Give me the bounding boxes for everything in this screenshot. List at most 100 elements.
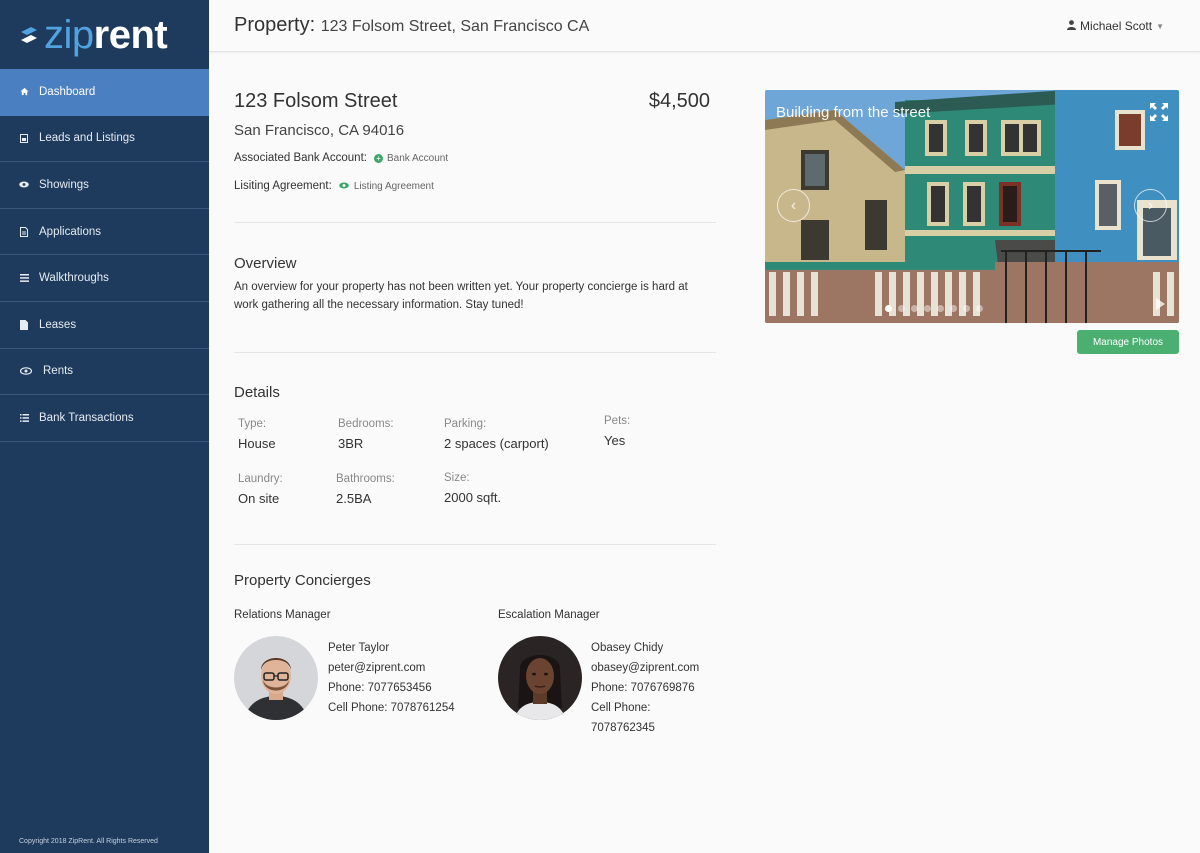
listing-agreement-value: Listing Agreement	[353, 180, 434, 192]
contact-email[interactable]: obasey@ziprent.com	[591, 658, 716, 678]
detail-label: Parking:	[444, 418, 487, 430]
copyright: Copyright 2018 ZipRent. All Rights Reser…	[19, 838, 158, 845]
escalation-manager-role: Escalation Manager	[498, 609, 600, 621]
photo-caption: Building from the street	[776, 104, 931, 121]
money-icon	[19, 366, 32, 376]
eye-icon	[19, 180, 29, 190]
sidebar-item-walkthroughs[interactable]: Walkthroughs	[0, 255, 209, 302]
sidebar-item-bank-transactions[interactable]: Bank Transactions	[0, 395, 209, 442]
detail-value: 3BR	[338, 436, 364, 451]
file-icon	[19, 319, 29, 330]
user-icon	[1067, 19, 1077, 33]
sidebar-item-label: Bank Transactions	[39, 411, 134, 424]
detail-bathrooms: Bathrooms: 2.5BA	[336, 473, 395, 506]
sidebar: ziprent Dashboard Leads and Listings Sho…	[0, 0, 209, 853]
carousel-dot[interactable]	[898, 305, 905, 312]
detail-parking: Parking: 2 spaces (carport)	[444, 418, 549, 451]
detail-laundry: Laundry: On site	[238, 473, 283, 506]
detail-label: Bathrooms:	[336, 473, 395, 485]
ziprent-logo[interactable]: ziprent	[0, 0, 209, 69]
play-icon[interactable]	[1156, 298, 1165, 310]
carousel-dot[interactable]	[911, 305, 918, 312]
contact-phone: Phone: 7077653456	[328, 682, 432, 694]
next-arrow-icon[interactable]: ›	[1134, 189, 1167, 222]
sidebar-item-showings[interactable]: Showings	[0, 162, 209, 209]
listing-agreement-link[interactable]: Listing Agreement	[339, 181, 434, 192]
logo-zip: zip	[44, 12, 94, 57]
contact-phone: Phone: 7076769876	[591, 682, 695, 694]
carousel-dot[interactable]	[937, 305, 944, 312]
detail-label: Laundry:	[238, 473, 283, 485]
detail-value: 2 spaces (carport)	[444, 436, 549, 451]
sidebar-item-label: Applications	[39, 225, 102, 238]
detail-value: On site	[238, 491, 280, 506]
detail-type: Type: House	[238, 418, 276, 451]
previous-arrow-icon[interactable]: ‹	[777, 189, 810, 222]
logo-mark-icon	[21, 26, 37, 43]
chevron-down-icon: ▼	[1156, 21, 1164, 31]
home-icon	[19, 87, 29, 97]
detail-label: Size:	[444, 472, 470, 484]
sidebar-item-leads-and-listings[interactable]: Leads and Listings	[0, 116, 209, 163]
detail-label: Type:	[238, 418, 267, 430]
relations-manager-contact: Peter Taylor peter@ziprent.com Phone: 70…	[328, 638, 455, 718]
divider	[234, 544, 716, 545]
page-title: Property: 123 Folsom Street, San Francis…	[234, 14, 589, 37]
overview-title: Overview	[234, 255, 297, 272]
property-photo	[765, 90, 1179, 323]
detail-label: Bedrooms:	[338, 418, 394, 430]
detail-size: Size: 2000 sqft.	[444, 472, 501, 505]
carousel-dot[interactable]	[950, 305, 957, 312]
contact-cell-phone: Cell Phone: 7078761254	[328, 702, 455, 714]
sidebar-item-dashboard[interactable]: Dashboard	[0, 69, 209, 116]
plus-circle-icon: +	[373, 153, 383, 163]
sidebar-item-label: Showings	[39, 178, 89, 191]
detail-value: Yes	[604, 433, 626, 448]
listing-icon	[19, 133, 29, 143]
sidebar-item-label: Leases	[39, 318, 77, 331]
list-icon	[19, 413, 29, 423]
detail-label: Pets:	[604, 415, 631, 427]
carousel-dot[interactable]	[963, 305, 970, 312]
eye-icon	[339, 181, 349, 192]
detail-value: House	[238, 436, 276, 451]
listing-agreement-row: Lisiting Agreement: Listing Agreement	[234, 180, 434, 192]
photo-carousel[interactable]: Building from the street ‹ ›	[765, 90, 1179, 323]
page-title-address: 123 Folsom Street, San Francisco CA	[320, 18, 590, 35]
user-name: Michael Scott	[1080, 19, 1153, 33]
bank-account-link[interactable]: + Bank Account	[373, 152, 449, 164]
escalation-manager-contact: Obasey Chidy obasey@ziprent.com Phone: 7…	[591, 638, 716, 738]
logo-text: ziprent	[44, 12, 168, 57]
page-title-label: Property:	[234, 14, 316, 36]
avatar	[498, 636, 582, 720]
sidebar-nav: Dashboard Leads and Listings Showings Ap…	[0, 69, 209, 442]
detail-bedrooms: Bedrooms: 3BR	[338, 418, 394, 451]
sidebar-item-rents[interactable]: Rents	[0, 349, 209, 396]
sidebar-item-leases[interactable]: Leases	[0, 302, 209, 349]
escalation-manager-photo	[498, 636, 582, 720]
relations-manager-role: Relations Manager	[234, 609, 331, 621]
contact-email[interactable]: peter@ziprent.com	[328, 658, 455, 678]
concierges-title: Property Concierges	[234, 572, 371, 589]
sidebar-item-applications[interactable]: Applications	[0, 209, 209, 256]
logo-rent: rent	[93, 12, 168, 57]
sidebar-item-label: Leads and Listings	[39, 132, 135, 145]
avatar	[234, 636, 318, 720]
carousel-dot[interactable]	[885, 305, 892, 312]
carousel-dot[interactable]	[976, 305, 983, 312]
bank-account-value: Bank Account	[386, 152, 449, 164]
expand-icon[interactable]	[1149, 102, 1169, 122]
sidebar-item-label: Rents	[43, 365, 74, 378]
carousel-indicators	[885, 305, 983, 312]
detail-value: 2.5BA	[336, 491, 372, 506]
property-city: San Francisco, CA 94016	[234, 122, 405, 139]
property-name: 123 Folsom Street	[234, 90, 398, 112]
divider	[234, 222, 716, 223]
carousel-dot[interactable]	[924, 305, 931, 312]
sidebar-item-label: Dashboard	[39, 85, 96, 98]
details-title: Details	[234, 384, 280, 401]
top-header: Property: 123 Folsom Street, San Francis…	[209, 0, 1200, 52]
manage-photos-button[interactable]: Manage Photos	[1077, 330, 1179, 354]
listing-agreement-label: Lisiting Agreement:	[234, 180, 332, 192]
user-menu[interactable]: Michael Scott ▼	[1067, 19, 1164, 33]
